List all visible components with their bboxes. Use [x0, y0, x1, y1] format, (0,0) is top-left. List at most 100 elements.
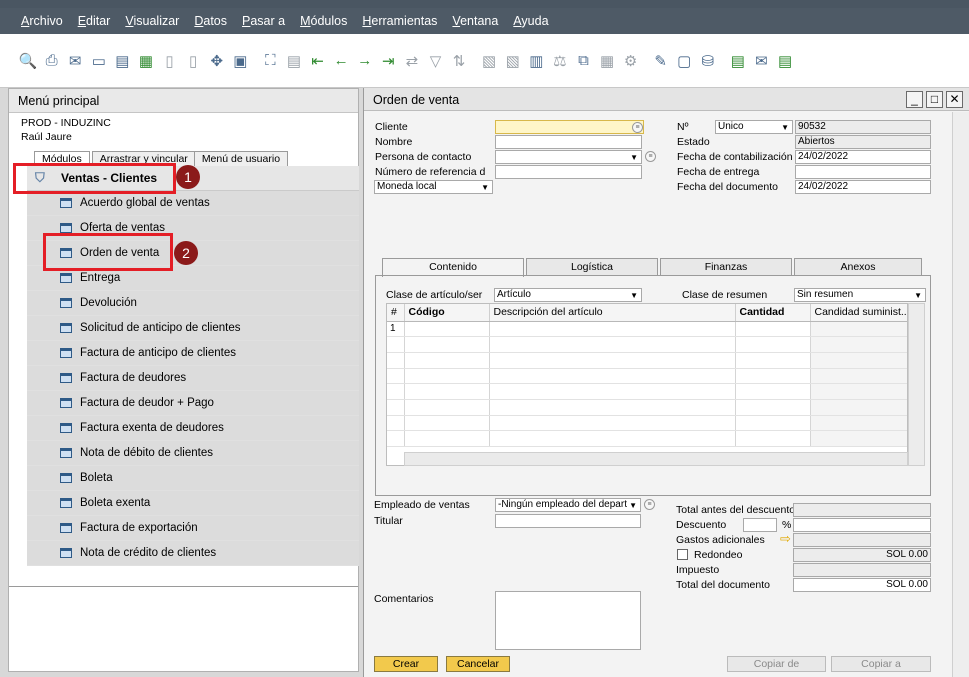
base-document-icon[interactable]: ▧	[479, 51, 499, 71]
launch-app-icon[interactable]: ✥	[207, 51, 227, 71]
messages-icon[interactable]: ✉	[751, 51, 771, 71]
menu-item-nota-debito[interactable]: Nota de débito de clientes	[27, 441, 359, 466]
menu-item-label: Boleta	[80, 472, 113, 484]
descuento-amount-field[interactable]	[793, 518, 931, 532]
menu-item-factura-exportacion[interactable]: Factura de exportación	[27, 516, 359, 541]
numero-referencia-field[interactable]	[495, 165, 642, 179]
authorizations-icon[interactable]: ▢	[674, 51, 694, 71]
clase-resumen-select[interactable]: Sin resumen	[794, 288, 926, 302]
menu-modulos[interactable]: Módulos	[297, 12, 350, 30]
column-header-descripcion[interactable]: Descripción del artículo	[489, 304, 736, 322]
more-icon[interactable]: ▤	[775, 51, 795, 71]
menu-visualizar[interactable]: Visualizar	[122, 12, 182, 30]
arrow-link-icon[interactable]: ⇨	[780, 531, 791, 547]
previous-record-icon[interactable]: ←	[331, 51, 351, 71]
first-record-icon[interactable]: ⇤	[308, 51, 328, 71]
print-icon[interactable]: ⎙	[42, 51, 62, 71]
crear-button[interactable]: Crear	[374, 656, 438, 672]
fecha-entrega-field[interactable]	[795, 165, 931, 179]
calendar-icon[interactable]: ▤	[728, 51, 748, 71]
contact-link-icon[interactable]: ≡	[645, 151, 656, 162]
filter-icon[interactable]: ▽	[426, 51, 446, 71]
tab-menu-de-usuario[interactable]: Menú de usuario	[193, 151, 289, 167]
fecha-contabilizacion-field[interactable]: 24/02/2022	[795, 150, 931, 164]
clase-articulo-select[interactable]: Artículo	[494, 288, 642, 302]
grid-vertical-scrollbar[interactable]	[908, 303, 925, 466]
tab-finanzas[interactable]: Finanzas	[660, 258, 792, 276]
close-icon[interactable]: ✕	[946, 91, 963, 108]
grid-horizontal-scrollbar[interactable]	[404, 452, 908, 466]
table-row	[387, 399, 907, 416]
excel-icon[interactable]: ▦	[136, 51, 156, 71]
target-document-icon[interactable]: ▧	[503, 51, 523, 71]
sms-icon[interactable]: ▭	[89, 51, 109, 71]
word-icon[interactable]: ▯	[160, 51, 180, 71]
descuento-percent-field[interactable]	[743, 518, 777, 532]
menu-datos[interactable]: Datos	[191, 12, 230, 30]
menu-item-factura-exenta[interactable]: Factura exenta de deudores	[27, 416, 359, 441]
empleado-ventas-select[interactable]: -Ningún empleado del depart	[495, 498, 641, 512]
sort-icon[interactable]: ⇅	[449, 51, 469, 71]
menu-item-solicitud-anticipo[interactable]: Solicitud de anticipo de clientes	[27, 316, 359, 341]
refresh-icon[interactable]: ⇄	[402, 51, 422, 71]
relationship-map-icon[interactable]: ⧉	[573, 51, 593, 71]
gross-profit-icon[interactable]: ▥	[526, 51, 546, 71]
menu-item-label: Boleta exenta	[80, 497, 151, 509]
menu-item-factura-deudor-pago[interactable]: Factura de deudor + Pago	[27, 391, 359, 416]
menu-pasar-a[interactable]: Pasar a	[239, 12, 288, 30]
volume-weight-icon[interactable]: ⚖	[550, 51, 570, 71]
settings-icon[interactable]: ▦	[597, 51, 617, 71]
numero-field[interactable]: 90532	[795, 120, 931, 134]
fecha-documento-field[interactable]: 24/02/2022	[795, 180, 931, 194]
document-settings-icon[interactable]: ⚙	[621, 51, 641, 71]
menu-item-nota-credito[interactable]: Nota de crédito de clientes	[27, 541, 359, 566]
serie-select[interactable]: Unico	[715, 120, 793, 134]
add-icon[interactable]: ▤	[284, 51, 304, 71]
window-icon	[60, 473, 72, 483]
persona-contacto-select[interactable]	[495, 150, 642, 164]
menu-item-acuerdo-global[interactable]: Acuerdo global de ventas	[27, 191, 359, 216]
menu-editar[interactable]: Editar	[75, 12, 114, 30]
cliente-field[interactable]	[495, 120, 644, 134]
copiar-a-button[interactable]: Copiar a	[831, 656, 931, 672]
menu-archivo[interactable]: Archivo	[18, 12, 66, 30]
copiar-de-button[interactable]: Copiar de	[727, 656, 826, 672]
column-header-number[interactable]: #	[387, 304, 405, 322]
titular-field[interactable]	[495, 514, 641, 528]
macro-icon[interactable]: ⛁	[698, 51, 718, 71]
comentarios-field[interactable]	[495, 591, 641, 650]
menu-item-factura-deudores[interactable]: Factura de deudores	[27, 366, 359, 391]
pdf-icon[interactable]: ▯	[183, 51, 203, 71]
menu-item-factura-anticipo[interactable]: Factura de anticipo de clientes	[27, 341, 359, 366]
main-menu-title: Menú principal	[9, 89, 358, 113]
maximize-icon[interactable]: □	[926, 91, 943, 108]
redondeo-checkbox[interactable]	[677, 549, 688, 560]
column-header-cantidad[interactable]: Cantidad	[735, 304, 811, 322]
cancelar-button[interactable]: Cancelar	[446, 656, 510, 672]
menu-ventana[interactable]: Ventana	[449, 12, 501, 30]
minimize-icon[interactable]: _	[906, 91, 923, 108]
choose-from-list-icon[interactable]: ≡	[632, 122, 643, 133]
fax-icon[interactable]: ▤	[112, 51, 132, 71]
preview-icon[interactable]: 🔍	[18, 51, 38, 71]
tab-logistica[interactable]: Logística	[526, 258, 658, 276]
menu-item-boleta[interactable]: Boleta	[27, 466, 359, 491]
form-settings-icon[interactable]: ✎	[651, 51, 671, 71]
menu-item-devolucion[interactable]: Devolución	[27, 291, 359, 316]
next-record-icon[interactable]: →	[355, 51, 375, 71]
tab-anexos[interactable]: Anexos	[794, 258, 922, 276]
lock-screen-icon[interactable]: ▣	[230, 51, 250, 71]
column-header-cantidad-suministrada[interactable]: Candidad suminist...	[810, 304, 907, 322]
window-vertical-scrollbar[interactable]	[952, 112, 969, 677]
column-header-codigo[interactable]: Código	[404, 304, 490, 322]
moneda-select[interactable]: Moneda local	[374, 180, 493, 194]
find-icon[interactable]: ⛶	[260, 51, 280, 71]
menu-herramientas[interactable]: Herramientas	[359, 12, 440, 30]
menu-ayuda[interactable]: Ayuda	[510, 12, 551, 30]
last-record-icon[interactable]: ⇥	[378, 51, 398, 71]
table-row[interactable]: 1	[387, 321, 907, 338]
menu-item-boleta-exenta[interactable]: Boleta exenta	[27, 491, 359, 516]
email-icon[interactable]: ✉	[65, 51, 85, 71]
employee-link-icon[interactable]: ≡	[644, 499, 655, 510]
nombre-field[interactable]	[495, 135, 642, 149]
